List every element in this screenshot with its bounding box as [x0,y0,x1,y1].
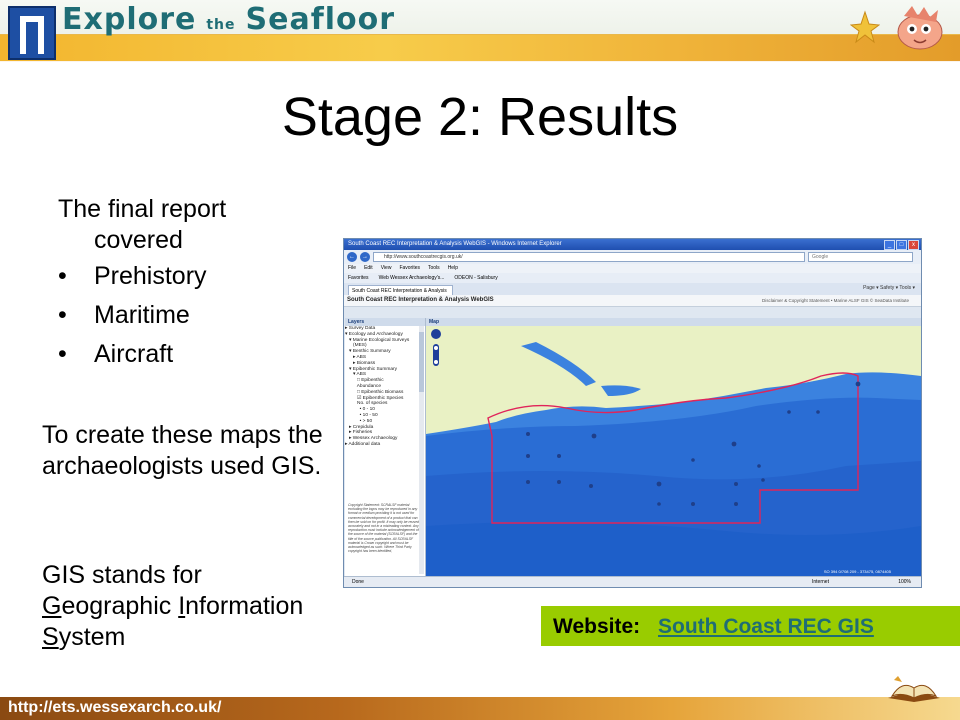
archive-logo-icon [8,6,56,60]
back-icon[interactable]: ← [347,252,357,262]
intro-line-1: The final report [58,195,227,223]
slide-title: Stage 2: Results [281,87,679,147]
website-box: Website: South Coast REC GIS [541,606,960,646]
copyright-statement: Copyright Statement: SCRALSF material ex… [348,503,419,554]
menu-favorites[interactable]: Favorites [399,264,420,273]
coordinate-readout: SO 394 0/708 209 - 373475, 0874405 [823,569,891,574]
sample-point [656,481,662,487]
header-banner: Explore the Seafloor [0,0,960,62]
banner-title: Explore the Seafloor [62,2,396,37]
sample-point [855,381,861,387]
sample-point [557,480,561,484]
sample-point [557,454,561,458]
gis-usage-paragraph: To create these maps the archaeologists … [42,421,323,480]
sample-point [526,480,530,484]
layers-panel: Layers ▸ Survey Data ▾ Ecology and Archae… [345,318,426,576]
url-field[interactable]: http://www.southcoastrecgis.org.uk/ [373,252,805,262]
command-bar[interactable]: Page ▾ Safety ▾ Tools ▾ [863,285,915,291]
app-title-bar: South Coast REC Interpretation & Analysi… [344,295,921,307]
website-label: Website: [553,615,641,638]
banner-wave-decoration [0,34,960,61]
gis-definition-paragraph: GIS stands for Geographic Information Sy… [42,561,304,651]
favorites-bar: Favorites Web Wessex Archaeology's... OD… [344,273,921,283]
minimize-icon[interactable]: _ [884,240,895,250]
gis-browser-screenshot: South Coast REC Interpretation & Analysi… [343,238,922,588]
security-zone: Internet [812,579,829,585]
menu-tools[interactable]: Tools [428,264,440,273]
menu-help[interactable]: Help [448,264,458,273]
menu-bar: File Edit View Favorites Tools Help [344,264,921,273]
footer-url[interactable]: http://ets.wessexarch.co.uk/ [8,699,221,717]
sample-point [526,454,530,458]
menu-edit[interactable]: Edit [364,264,373,273]
sample-point [761,478,765,482]
starfish-icon [850,10,880,44]
favorite-link[interactable]: Web Wessex Archaeology's... [379,273,445,283]
fish-mascot-icon [897,6,943,50]
zoom-level[interactable]: 100% [898,577,911,587]
intro-text: The final report covered [58,194,226,256]
favorites-button[interactable]: Favorites [348,273,369,283]
close-icon[interactable]: x [908,240,919,250]
favorite-link[interactable]: ODEON - Salisbury [454,273,497,283]
footer-bar: http://ets.wessexarch.co.uk/ [0,697,960,720]
browser-titlebar: South Coast REC Interpretation & Analysi… [344,239,921,250]
app-content: Layers ▸ Survey Data ▾ Ecology and Archae… [344,318,921,576]
menu-view[interactable]: View [381,264,392,273]
sample-point [757,464,761,468]
status-text: Done [352,579,364,585]
forward-icon[interactable]: → [360,252,370,262]
sample-point [787,410,791,414]
address-bar: ← → http://www.southcoastrecgis.org.uk/ … [344,250,921,264]
map-header: Map [426,318,921,326]
layers-scrollbar[interactable] [419,326,424,574]
zoom-controls[interactable] [430,328,442,373]
layer-tree-item[interactable]: ▸ Additional data [345,442,425,448]
sample-point [816,410,820,414]
sample-point [691,502,695,506]
sample-point [589,484,593,488]
intro-line-2: covered [94,226,183,254]
sample-point [657,502,661,506]
sample-point [734,502,738,506]
list-item: • Prehistory [58,262,207,290]
status-bar: Done Internet 100% [344,576,921,587]
book-icon [888,676,940,702]
search-input[interactable]: Google [808,252,913,262]
topics-list: • Prehistory • Maritime • Aircraft [58,262,207,379]
list-item: • Aircraft [58,340,174,368]
pan-zoom-icon[interactable] [430,328,442,368]
sample-point [691,458,695,462]
list-item: • Maritime [58,301,190,329]
sample-point [591,433,597,439]
maximize-icon[interactable]: □ [896,240,907,250]
sample-point [734,482,738,486]
layer-tree: ▸ Survey Data ▾ Ecology and Archaeology ▾… [345,326,425,448]
menu-file[interactable]: File [348,264,356,273]
layers-header: Layers [345,318,425,326]
sample-point [526,432,530,436]
seafloor-map[interactable] [426,326,921,576]
website-link[interactable]: South Coast REC GIS [658,615,874,639]
tab-bar: South Coast REC Interpretation & Analysi… [344,283,921,304]
sample-point [731,441,737,447]
map-panel: Map SO 394 0/708 209 - 373475, 0874405 [426,318,921,576]
app-links[interactable]: Disclaimer & Copyright Statement • Marin… [762,295,909,306]
